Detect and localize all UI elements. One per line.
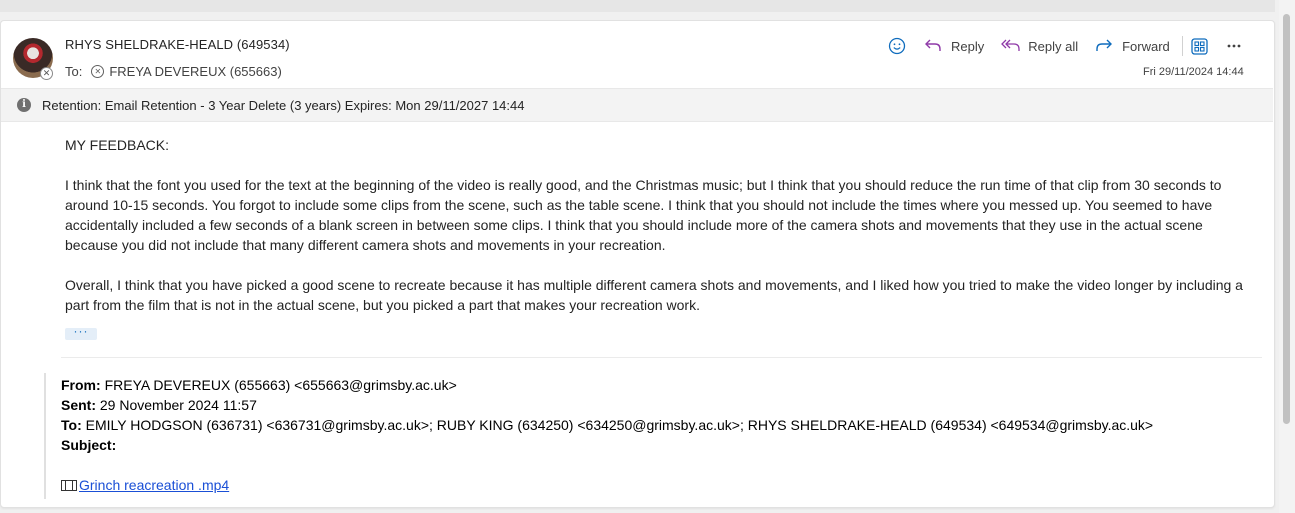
quoted-from-label: From: [61, 377, 101, 393]
reply-button[interactable]: Reply [924, 38, 984, 54]
immersive-reader-icon[interactable] [1191, 37, 1208, 55]
to-label: To: [65, 64, 83, 79]
reply-all-button[interactable]: Reply all [1001, 38, 1078, 54]
attachment-link[interactable]: Grinch reacreation .mp4 [79, 475, 229, 495]
body-paragraph-1: I think that the font you used for the t… [65, 177, 1222, 253]
quoted-to-value: EMILY HODGSON (636731) <636731@grimsby.a… [85, 417, 1154, 433]
forward-label: Forward [1122, 38, 1170, 54]
quote-bar [44, 373, 46, 499]
presence-badge-icon: ✕ [40, 67, 53, 80]
quoted-from-line: From: FREYA DEVEREUX (655663) <655663@gr… [61, 375, 457, 395]
attachment-link-row: Grinch reacreation .mp4 [61, 475, 229, 495]
quoted-to-label: To: [61, 417, 82, 433]
forward-button[interactable]: Forward [1095, 38, 1170, 54]
forward-icon [1096, 39, 1113, 51]
quoted-subject-line: Subject: [61, 435, 116, 455]
reply-label: Reply [951, 38, 985, 54]
quoted-from-value: FREYA DEVEREUX (655663) <655663@grimsby.… [104, 377, 457, 393]
body-paragraph-2: Overall, I think that you have picked a … [65, 277, 1243, 313]
message-body: MY FEEDBACK: I think that the font you u… [65, 135, 1255, 335]
quoted-sent-label: Sent: [61, 397, 96, 413]
reply-all-label: Reply all [1028, 38, 1079, 54]
retention-banner: i Retention: Email Retention - 3 Year De… [1, 88, 1273, 122]
more-icon[interactable] [1226, 43, 1242, 49]
sender-name[interactable]: RHYS SHELDRAKE-HEALD (649534) [65, 37, 290, 52]
emoji-icon[interactable] [888, 37, 906, 55]
scrollbar-thumb[interactable] [1283, 14, 1290, 424]
recipient-line: To: ✕ FREYA DEVEREUX (655663) [65, 64, 282, 79]
quoted-to-line: To: EMILY HODGSON (636731) <636731@grims… [61, 415, 1153, 435]
quoted-sent-line: Sent: 29 November 2024 11:57 [61, 395, 257, 415]
quoted-subject-label: Subject: [61, 437, 117, 453]
quote-divider [61, 357, 1262, 358]
show-quoted-text-button[interactable]: ··· [65, 325, 97, 340]
film-icon [61, 479, 77, 491]
top-strip [0, 0, 1275, 12]
recipient-status-icon: ✕ [91, 65, 105, 78]
toolbar-divider [1181, 36, 1183, 56]
quoted-sent-value: 29 November 2024 11:57 [99, 397, 257, 413]
body-heading: MY FEEDBACK: [65, 137, 169, 153]
recipient-name[interactable]: FREYA DEVEREUX (655663) [109, 64, 281, 79]
info-icon: i [17, 98, 31, 112]
message-actions: Reply Reply all Forward [888, 35, 1242, 57]
retention-text: Retention: Email Retention - 3 Year Dele… [42, 97, 525, 113]
reply-all-icon [1001, 39, 1020, 51]
reply-icon [925, 39, 941, 51]
message-date: Fri 29/11/2024 14:44 [1143, 66, 1244, 78]
